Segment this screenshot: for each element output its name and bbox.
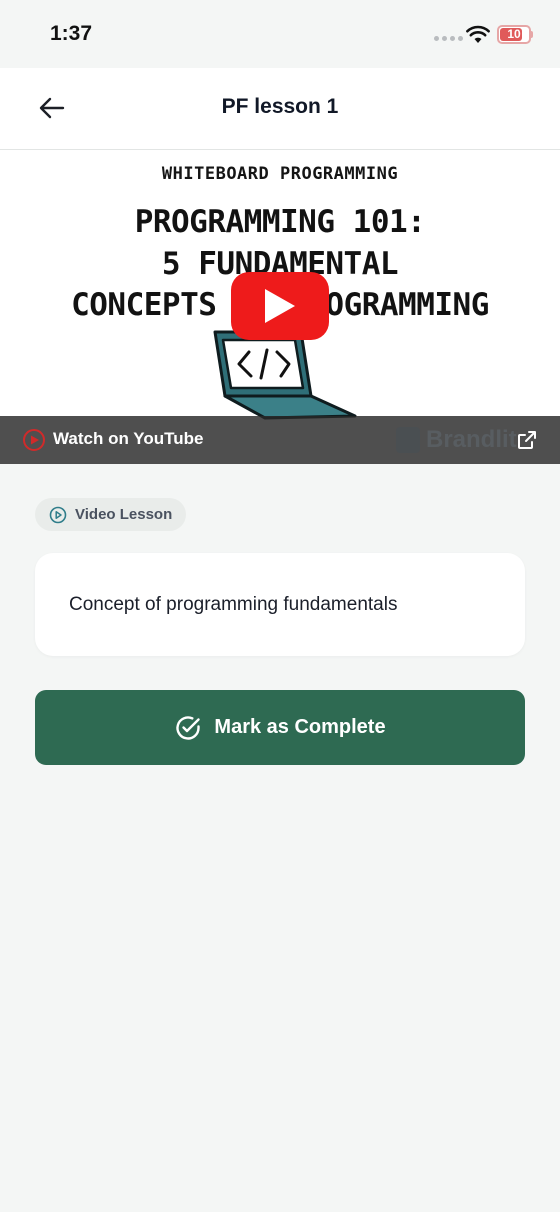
lesson-type-badge: Video Lesson (35, 498, 187, 531)
brand-watermark-text: Brandlit (426, 426, 517, 453)
play-circle-icon (49, 506, 67, 523)
page-title: PF lesson 1 (221, 95, 339, 118)
battery-tip (531, 31, 533, 38)
wifi-icon (466, 25, 490, 43)
signal-dots-icon (434, 36, 463, 41)
mark-complete-label: Mark as Complete (214, 716, 386, 738)
watch-on-youtube-link[interactable]: Watch on YouTube (53, 429, 203, 449)
status-time: 1:37 (50, 22, 93, 45)
video-player[interactable]: WHITEBOARD PROGRAMMING PROGRAMMING 101: … (0, 150, 560, 464)
check-circle-icon (176, 715, 201, 740)
play-icon (265, 289, 295, 323)
battery-level: 10 (507, 27, 521, 41)
thumbnail-eyebrow: WHITEBOARD PROGRAMMING (161, 164, 399, 184)
mark-complete-button[interactable]: Mark as Complete (35, 690, 525, 765)
lesson-description-card: Concept of programming fundamentals (35, 553, 525, 656)
app-header: PF lesson 1 (0, 68, 560, 150)
brand-logo-icon (396, 427, 420, 453)
youtube-logo-icon (23, 429, 45, 451)
battery-icon: 10 (497, 25, 531, 44)
external-link-icon[interactable] (516, 429, 538, 451)
play-button[interactable] (231, 272, 329, 340)
laptop-illustration (213, 330, 357, 420)
lesson-type-label: Video Lesson (75, 506, 173, 523)
status-bar: 1:37 10 (0, 0, 560, 68)
brand-watermark: Brandlit (396, 426, 517, 454)
lesson-description: Concept of programming fundamentals (69, 594, 398, 615)
thumbnail-title-line: PROGRAMMING 101: (134, 204, 426, 240)
youtube-bar: Watch on YouTube Brandlit (0, 416, 560, 464)
